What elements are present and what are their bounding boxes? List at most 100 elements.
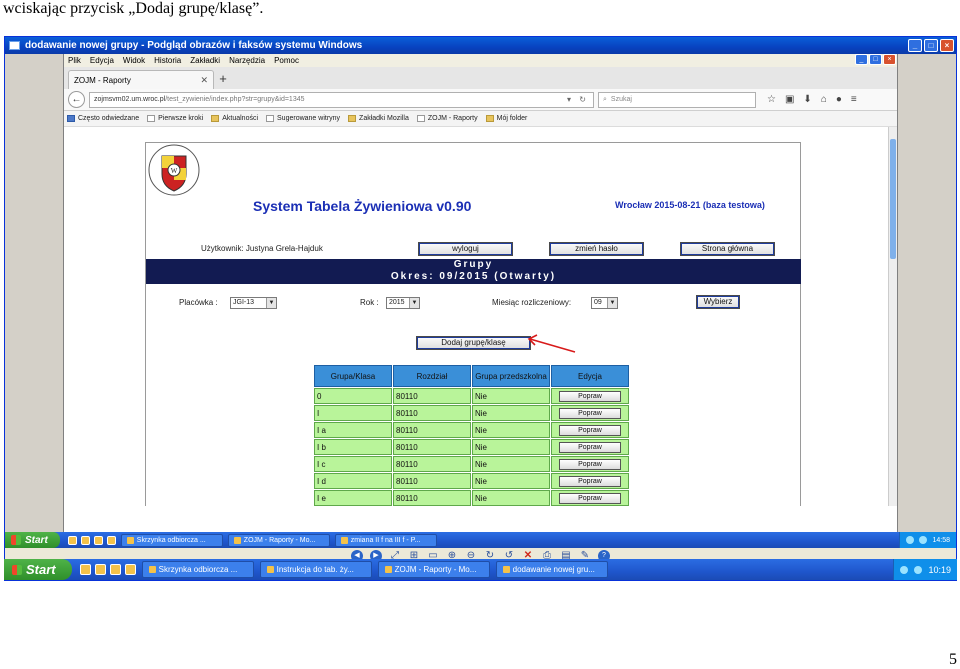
- edit-button[interactable]: Popraw: [559, 424, 621, 436]
- inner-taskbar: Start Skrzynka odbiorcza ... ZOJM - Rapo…: [5, 532, 956, 548]
- placowka-select[interactable]: JGI-13 ▼: [230, 297, 277, 309]
- viewer-title-bar: dodawanie nowej grupy - Podgląd obrazów …: [5, 37, 956, 54]
- reload-icon[interactable]: ▾ ↻: [567, 95, 589, 104]
- scrollbar-thumb[interactable]: [890, 139, 896, 259]
- browser-screenshot: Plik Edycja Widok Historia Zakładki Narz…: [63, 54, 898, 532]
- taskbar-item-zojm[interactable]: ZOJM - Raporty - Mo...: [227, 533, 330, 547]
- edit-button[interactable]: Popraw: [559, 475, 621, 487]
- outer-taskbar: Start Skrzynka odbiorcza ... Instrukcja …: [4, 559, 957, 580]
- menu-plik[interactable]: Plik: [68, 56, 81, 65]
- quicklaunch-icon[interactable]: [124, 564, 136, 575]
- taskbar-item-dodawanie[interactable]: dodawanie nowej gru...: [495, 561, 608, 578]
- bookmark-aktualnosci[interactable]: Aktualności: [211, 115, 258, 122]
- taskbar-item-zojm[interactable]: ZOJM - Raporty - Mo...: [377, 561, 490, 578]
- edit-button[interactable]: Popraw: [559, 390, 621, 402]
- cell-rozdzial: 80110: [393, 490, 471, 506]
- outlook-icon: [148, 566, 156, 573]
- quicklaunch-icon[interactable]: [94, 564, 106, 575]
- add-group-button[interactable]: Dodaj grupę/klasę: [416, 336, 531, 350]
- quicklaunch-icon[interactable]: [109, 564, 121, 575]
- close-button[interactable]: ×: [940, 39, 954, 52]
- folder-icon: [485, 115, 494, 122]
- maximize-button[interactable]: □: [924, 39, 938, 52]
- hamburger-menu-icon[interactable]: ≡: [851, 94, 857, 105]
- tray-icon[interactable]: [900, 565, 909, 574]
- menu-edycja[interactable]: Edycja: [90, 56, 114, 65]
- bookmark-czesto-odwiedzane[interactable]: Często odwiedzane: [67, 115, 139, 122]
- clipboard-icon[interactable]: ▣: [785, 94, 794, 105]
- miesiac-select[interactable]: 09 ▼: [591, 297, 618, 309]
- url-bar[interactable]: zojmsvm02.um.wroc.pl/test_zywienie/index…: [89, 91, 594, 108]
- select-button[interactable]: Wybierz: [696, 295, 740, 309]
- edit-button[interactable]: Popraw: [559, 441, 621, 453]
- search-input[interactable]: ⌕ Szukaj: [598, 91, 756, 108]
- document-icon: [340, 536, 348, 544]
- home-icon[interactable]: ⌂: [821, 94, 827, 105]
- bookmark-sugerowane-witryny[interactable]: Sugerowane witryny: [266, 115, 340, 122]
- chat-icon[interactable]: ●: [836, 94, 842, 105]
- menu-historia[interactable]: Historia: [154, 56, 181, 65]
- cell-rozdzial: 80110: [393, 422, 471, 438]
- vertical-scrollbar[interactable]: [888, 127, 897, 506]
- tab-close-icon[interactable]: ✕: [200, 75, 208, 86]
- edit-button[interactable]: Popraw: [559, 458, 621, 470]
- page-icon: [416, 115, 425, 122]
- quick-launch: [67, 535, 116, 545]
- download-icon[interactable]: ⬇: [803, 94, 811, 105]
- back-arrow-icon[interactable]: ←: [68, 91, 85, 108]
- page-title: System Tabela Żywieniowa v0.90: [253, 198, 472, 214]
- new-tab-icon[interactable]: +: [214, 70, 232, 89]
- home-button[interactable]: Strona główna: [680, 242, 775, 256]
- tray-icon[interactable]: [919, 536, 928, 544]
- quicklaunch-icon[interactable]: [106, 535, 116, 545]
- viewer-margin-right: [898, 54, 956, 532]
- change-password-button[interactable]: zmień hasło: [549, 242, 644, 256]
- table-row: 0 80110 Nie Popraw: [314, 388, 629, 404]
- minimize-button[interactable]: _: [908, 39, 922, 52]
- cell-rozdzial: 80110: [393, 439, 471, 455]
- outer-start-button[interactable]: Start: [4, 559, 72, 580]
- menu-narzedzia[interactable]: Narzędzia: [229, 56, 265, 65]
- taskbar-item-inbox[interactable]: Skrzynka odbiorcza ...: [141, 561, 254, 578]
- quicklaunch-icon[interactable]: [93, 535, 103, 545]
- inner-start-button[interactable]: Start: [5, 532, 60, 548]
- taskbar-item-instrukcja[interactable]: Instrukcja do tab. ży...: [259, 561, 372, 578]
- taskbar-item-inbox[interactable]: Skrzynka odbiorcza ...: [120, 533, 223, 547]
- miesiac-label: Miesiąc rozliczeniowy:: [492, 298, 572, 307]
- bookmark-pierwsze-kroki[interactable]: Pierwsze kroki: [147, 115, 203, 122]
- url-path: /test_zywienie/index.php?str=grupy&id=13…: [165, 96, 305, 103]
- chevron-down-icon: ▼: [607, 298, 617, 308]
- quicklaunch-icon[interactable]: [80, 535, 90, 545]
- browser-menu-bar: Plik Edycja Widok Historia Zakładki Narz…: [64, 54, 897, 67]
- col-header-przedszkolna: Grupa przedszkolna: [472, 365, 550, 387]
- placowka-label: Placówka :: [179, 298, 218, 307]
- quicklaunch-icon[interactable]: [79, 564, 91, 575]
- bookmark-moj-folder[interactable]: Mój folder: [485, 115, 527, 122]
- svg-text:W: W: [171, 167, 178, 175]
- quicklaunch-icon[interactable]: [67, 535, 77, 545]
- outlook-icon: [126, 536, 134, 544]
- tab-zojm-raporty[interactable]: ZOJM - Raporty ✕: [68, 70, 214, 89]
- cell-przedszkolna: Nie: [472, 473, 550, 489]
- bookmark-zojm-raporty[interactable]: ZOJM - Raporty: [416, 115, 478, 122]
- edit-button[interactable]: Popraw: [559, 492, 621, 504]
- tray-icon[interactable]: [914, 565, 923, 574]
- browser-close-button[interactable]: ×: [883, 54, 896, 65]
- bookmark-zakladki-mozilla[interactable]: Zakładki Mozilla: [348, 115, 409, 122]
- section-title: Grupy: [453, 259, 494, 270]
- rok-select[interactable]: 2015 ▼: [386, 297, 420, 309]
- firefox-icon: [233, 536, 241, 544]
- browser-minimize-button[interactable]: _: [855, 54, 868, 65]
- edit-button[interactable]: Popraw: [559, 407, 621, 419]
- taskbar-item-zmiana[interactable]: zmiana II f na III f - P...: [334, 533, 437, 547]
- browser-maximize-button[interactable]: □: [869, 54, 882, 65]
- menu-zakladki[interactable]: Zakładki: [190, 56, 220, 65]
- groups-table: Grupa/Klasa Rozdział Grupa przedszkolna …: [313, 364, 630, 506]
- tray-icon[interactable]: [906, 536, 915, 544]
- menu-widok[interactable]: Widok: [123, 56, 145, 65]
- col-header-grupa: Grupa/Klasa: [314, 365, 392, 387]
- bookmark-star-icon[interactable]: ☆: [767, 94, 776, 105]
- cell-edycja: Popraw: [551, 473, 629, 489]
- logout-button[interactable]: wyloguj: [418, 242, 513, 256]
- menu-pomoc[interactable]: Pomoc: [274, 56, 299, 65]
